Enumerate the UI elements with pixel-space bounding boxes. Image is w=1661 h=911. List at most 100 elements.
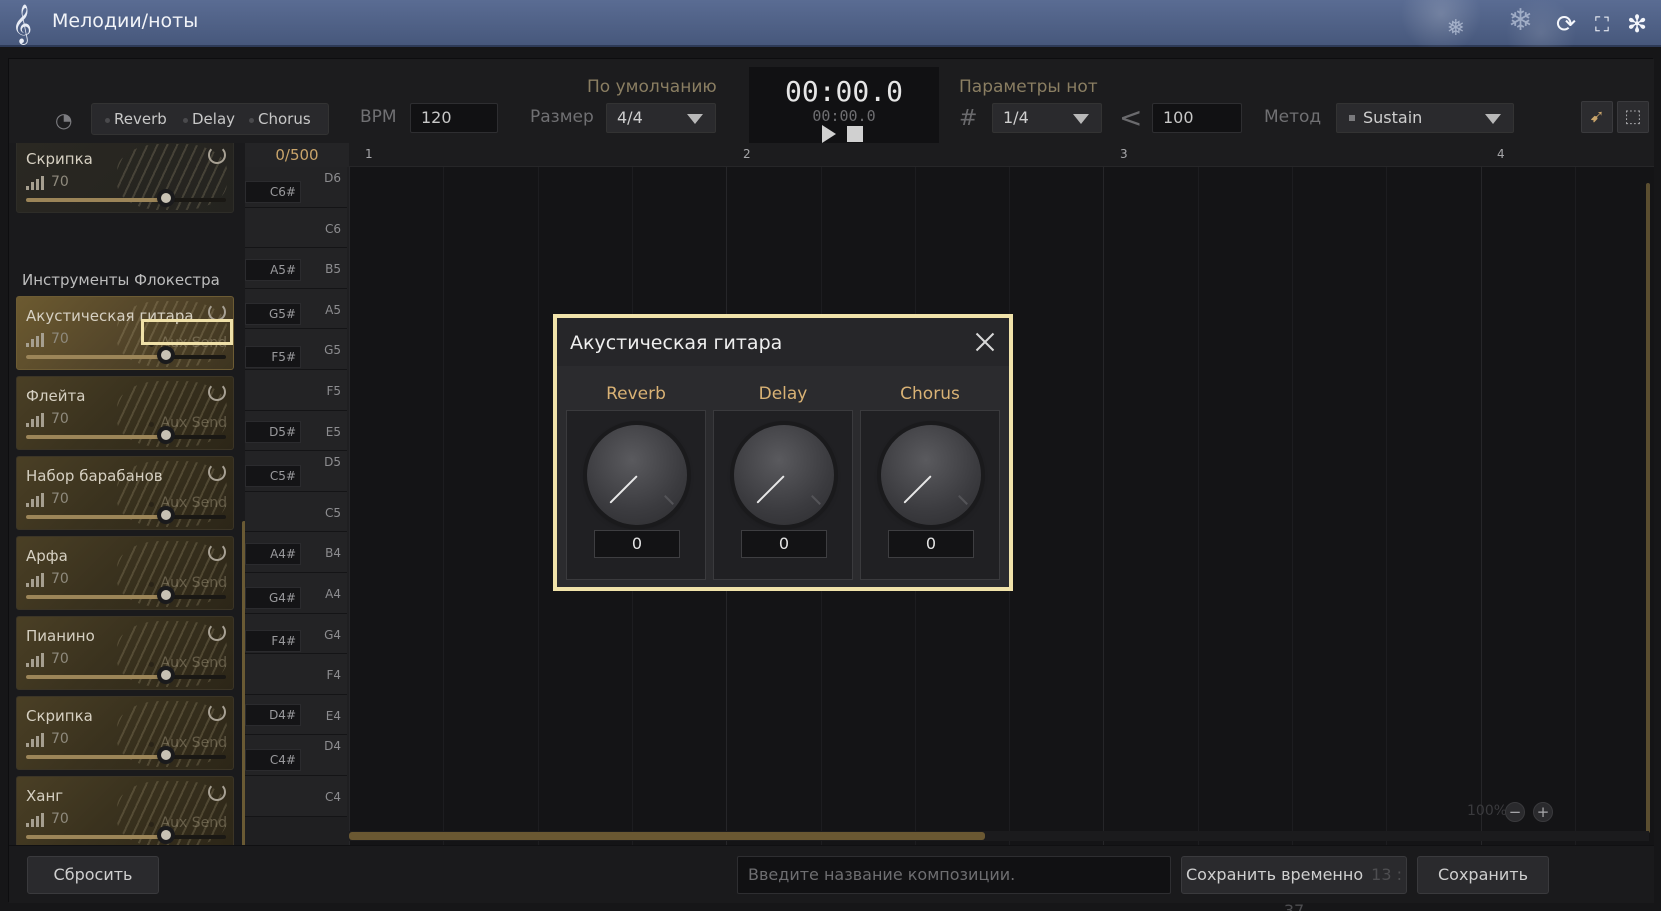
dialog-header: Акустическая гитара: [557, 318, 1009, 366]
toolbar: ◔ Reverb Delay Chorus BPM 120 По умолчан…: [9, 59, 1654, 151]
instrument-card[interactable]: Ханг 70 Aux Send: [16, 776, 234, 845]
grid-line: [537, 167, 539, 845]
fx-icon[interactable]: ◔: [55, 108, 81, 132]
effect-reverb-button[interactable]: Reverb: [105, 110, 167, 128]
window-title: Мелодии/ноты: [52, 10, 199, 32]
save-button[interactable]: Сохранить: [1417, 856, 1549, 894]
delay-value-field[interactable]: 0: [741, 530, 827, 558]
close-icon[interactable]: [973, 330, 997, 354]
piano-black-key[interactable]: G4#: [245, 587, 301, 609]
composition-name-input[interactable]: Введите название композиции.: [737, 856, 1171, 894]
pointer-icon[interactable]: ➹: [1581, 101, 1613, 133]
piano-white-key[interactable]: C4: [245, 776, 347, 817]
piano-white-key[interactable]: C5: [245, 491, 347, 533]
method-select[interactable]: Sustain: [1336, 103, 1514, 133]
aux-send-button[interactable]: Aux Send: [148, 815, 227, 831]
bar-ruler: 1 2 3 4: [349, 143, 1654, 167]
volume-slider[interactable]: [26, 427, 226, 443]
piano-black-key[interactable]: D5#: [245, 421, 301, 443]
aux-send-button[interactable]: Aux Send: [148, 495, 227, 511]
grid-select[interactable]: 1/4: [992, 103, 1102, 133]
piano-white-key[interactable]: F5: [245, 370, 347, 411]
effect-delay-button[interactable]: Delay: [182, 110, 235, 128]
piano-black-key[interactable]: C4#: [245, 749, 301, 771]
refresh-icon[interactable]: [208, 463, 226, 481]
method-label: Метод: [1264, 107, 1322, 127]
volume-icon: [26, 813, 44, 827]
zoom-in-button[interactable]: +: [1533, 802, 1553, 822]
key-label: C4#: [269, 753, 296, 767]
key-label: B5: [325, 262, 341, 277]
instrument-card[interactable]: Скрипка 70: [16, 143, 234, 213]
instrument-card[interactable]: Набор барабанов 70 Aux Send: [16, 456, 234, 530]
volume-slider-fill: [26, 198, 166, 202]
play-icon[interactable]: [822, 125, 836, 143]
instrument-card[interactable]: Пианино 70 Aux Send: [16, 616, 234, 690]
effect-column-reverb: Reverb 0: [566, 370, 706, 590]
piano-black-key[interactable]: G5#: [245, 303, 301, 325]
refresh-icon[interactable]: [208, 146, 226, 164]
instrument-card[interactable]: Скрипка 70 Aux Send: [16, 696, 234, 770]
volume-slider[interactable]: [26, 507, 226, 523]
zoom-out-button[interactable]: −: [1505, 802, 1525, 822]
snowflake-icon[interactable]: ✻: [1623, 10, 1651, 38]
effect-chorus-button[interactable]: Chorus: [249, 110, 311, 128]
instrument-card[interactable]: Арфа 70 Aux Send: [16, 536, 234, 610]
refresh-icon[interactable]: [208, 543, 226, 561]
volume-slider[interactable]: [26, 190, 226, 206]
piano-black-key[interactable]: D4#: [245, 704, 301, 726]
key-label: A4: [325, 587, 341, 601]
piano-black-key[interactable]: C6#: [245, 181, 301, 203]
piano-white-key[interactable]: C6: [245, 207, 347, 249]
size-select[interactable]: 4/4: [606, 103, 716, 133]
refresh-icon[interactable]: [208, 383, 226, 401]
piano-white-key[interactable]: F4: [245, 654, 347, 695]
reset-button[interactable]: Сбросить: [27, 856, 159, 894]
volume-icon: [26, 493, 44, 507]
chorus-value-field[interactable]: 0: [888, 530, 974, 558]
key-label: C5: [324, 505, 341, 520]
instrument-card[interactable]: Флейта 70 Aux Send: [16, 376, 234, 450]
volume-slider[interactable]: [26, 587, 226, 603]
key-label: F4#: [271, 634, 296, 648]
chorus-knob[interactable]: [881, 425, 981, 525]
effect-column-chorus: Chorus 0: [860, 370, 1000, 590]
aux-send-button[interactable]: Aux Send: [148, 575, 227, 591]
horizontal-scrollbar[interactable]: [349, 831, 1649, 841]
volume-slider[interactable]: [26, 347, 226, 363]
piano-black-key[interactable]: A5#: [245, 259, 301, 281]
dialog-title: Акустическая гитара: [570, 332, 783, 354]
aux-send-button[interactable]: Aux Send: [148, 735, 227, 751]
scrollbar-thumb[interactable]: [349, 832, 985, 840]
aux-send-button[interactable]: Aux Send: [148, 415, 227, 431]
volume-slider[interactable]: [26, 747, 226, 763]
aux-send-button[interactable]: Aux Send: [148, 655, 227, 671]
piano-keys: 0/500 D6 C6 B5 A5 G5 F5 E5 D5 C5 B4 A4 G4 F4 E4 D4 C4 C6…: [245, 143, 349, 845]
stop-icon[interactable]: [847, 126, 863, 142]
refresh-icon[interactable]: [208, 783, 226, 801]
reverb-value-field[interactable]: 0: [594, 530, 680, 558]
volume-slider-fill: [26, 675, 166, 679]
piano-black-key[interactable]: F4#: [245, 630, 301, 652]
refresh-icon[interactable]: ⟳: [1552, 10, 1580, 38]
fullscreen-icon[interactable]: ⛶: [1588, 10, 1616, 38]
save-temp-button[interactable]: Сохранить временно 13 : 37: [1181, 856, 1407, 911]
reverb-knob[interactable]: [587, 425, 687, 525]
select-icon[interactable]: ⬚: [1617, 101, 1649, 133]
refresh-icon[interactable]: [208, 703, 226, 721]
piano-black-key[interactable]: A4#: [245, 543, 301, 565]
volume-slider[interactable]: [26, 827, 226, 843]
vertical-scrollbar[interactable]: [1646, 183, 1650, 833]
piano-black-key[interactable]: F5#: [245, 346, 301, 368]
key-label: D4: [324, 739, 341, 754]
volume-icon: [26, 573, 44, 587]
delay-knob[interactable]: [734, 425, 834, 525]
key-label: C5#: [269, 469, 296, 483]
volume-value: 70: [51, 174, 69, 190]
refresh-icon[interactable]: [208, 623, 226, 641]
piano-black-key[interactable]: C5#: [245, 465, 301, 487]
size-label: Размер: [530, 107, 594, 127]
bpm-input[interactable]: 120: [410, 103, 498, 133]
velocity-input[interactable]: 100: [1152, 103, 1242, 133]
volume-slider[interactable]: [26, 667, 226, 683]
